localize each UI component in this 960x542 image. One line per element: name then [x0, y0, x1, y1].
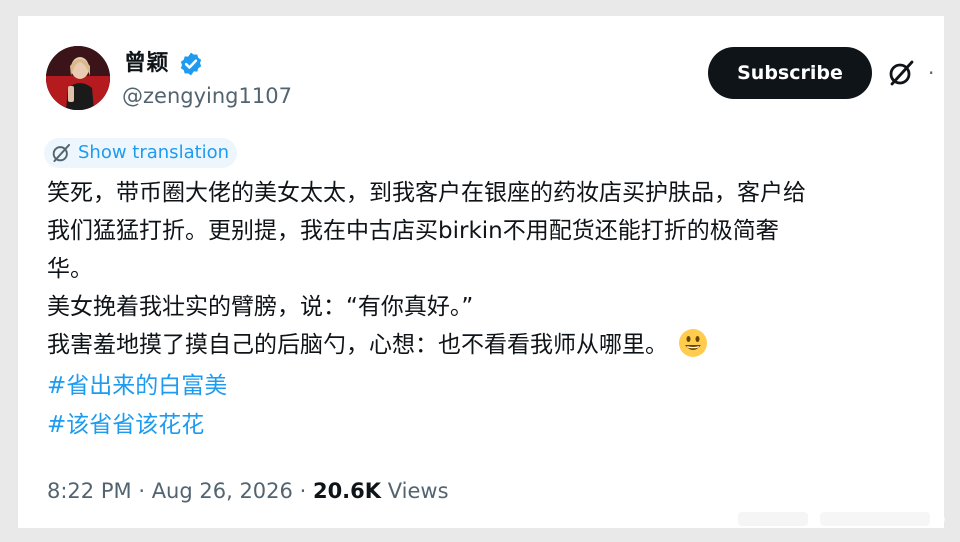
tweet-body: 笑死，带币圈大佬的美女太太，到我客户在银座的药妆店买护肤品，客户给 我们猛猛打折…	[47, 174, 944, 364]
subscribe-button[interactable]: Subscribe	[708, 47, 872, 99]
meta-separator: ·	[138, 479, 145, 503]
hashtag-link[interactable]: #该省省该花花	[47, 406, 204, 444]
grok-slash-icon[interactable]	[886, 58, 916, 88]
views-label: Views	[387, 479, 449, 503]
smiling-face-emoji	[679, 329, 707, 357]
author-handle[interactable]: @zengying1107	[122, 82, 292, 110]
author-name[interactable]: 曾颖	[124, 50, 169, 78]
views-count: 20.6K	[312, 479, 382, 503]
more-dots-icon[interactable]: ·	[928, 63, 934, 83]
tweet-line: 我害羞地摸了摸自己的后脑勺，心想：也不看看我师从哪里。	[47, 332, 668, 358]
hashtag-link[interactable]: #省出来的白富美	[47, 367, 227, 405]
grok-slash-icon	[52, 143, 71, 163]
show-translation-label: Show translation	[78, 142, 230, 163]
tweet-line: 笑死，带币圈大佬的美女太太，到我客户在银座的药妆店买护肤品，客户给	[47, 180, 806, 206]
tweet-line: 美女挽着我壮实的臂膀，说：“有你真好。”	[47, 294, 474, 320]
tweet-line: 华。	[47, 256, 93, 282]
tweet-date[interactable]: Aug 26, 2026	[152, 479, 293, 503]
user-avatar-photo	[46, 46, 110, 110]
tweet-line: 我们猛猛打折。更别提，我在中古店买birkin不用配货还能打折的极简奢	[47, 218, 779, 244]
tweet-time[interactable]: 8:22 PM	[47, 479, 132, 503]
tweet-meta: 8:22 PM · Aug 26, 2026 · 20.6K Views	[47, 476, 449, 506]
meta-separator: ·	[299, 479, 307, 503]
tweet-card: 曾颖 @zengying1107 Subscribe · Show transl…	[18, 16, 944, 528]
watermark-overlay	[730, 512, 945, 526]
show-translation-link[interactable]: Show translation	[44, 138, 238, 168]
verified-badge-icon	[180, 52, 202, 76]
tweet-line-with-emoji: 我害羞地摸了摸自己的后脑勺，心想：也不看看我师从哪里。	[47, 326, 944, 364]
avatar[interactable]	[46, 46, 110, 110]
